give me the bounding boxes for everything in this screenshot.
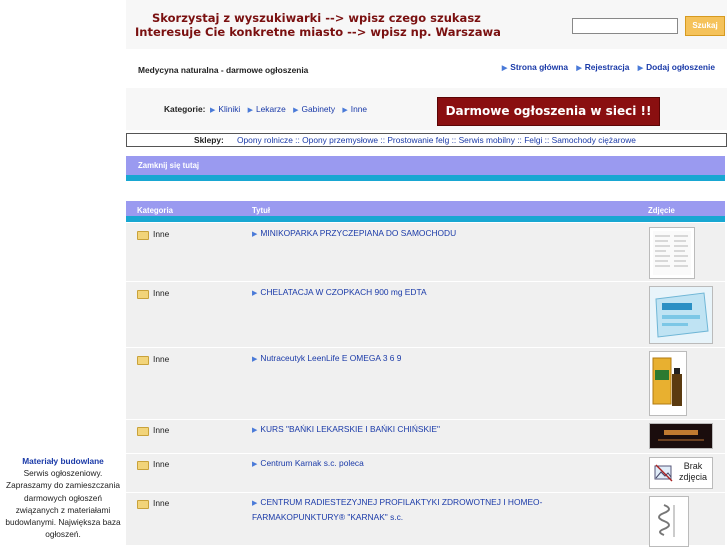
arrow-icon: ▶ — [637, 65, 644, 72]
table-header: Kategoria Tytuł Zdjęcie — [126, 201, 725, 216]
arrow-icon: ▶ — [342, 107, 348, 114]
categories-label: Kategorie: — [164, 104, 206, 114]
arrow-icon: ▶ — [252, 461, 258, 468]
product-box-icon — [650, 287, 712, 343]
search-input[interactable] — [572, 18, 678, 34]
table-row[interactable]: Inne ▶ KURS "BAŃKI LEKARSKIE I BAŃKI CHIŃ… — [126, 420, 725, 454]
ad-banner[interactable]: Darmowe ogłoszenia w sieci !! — [437, 97, 660, 126]
nav-register[interactable]: ▶ Rejestracja — [576, 62, 629, 72]
row-title[interactable]: ▶ MINIKOPARKA PRZYCZEPIANA DO SAMOCHODU — [252, 227, 552, 242]
arrow-icon: ▶ — [252, 427, 258, 434]
folder-icon — [137, 290, 149, 299]
nav-add-ad[interactable]: ▶ Dodaj ogłoszenie — [638, 62, 715, 72]
banner-line-2: Interesuje Cie konkretne miasto --> wpis… — [135, 24, 501, 39]
arrow-icon: ▶ — [247, 107, 253, 114]
row-title[interactable]: ▶ Nutraceutyk LeenLife E OMEGA 3 6 9 — [252, 352, 552, 367]
nav-home[interactable]: ▶ Strona główna — [502, 62, 568, 72]
top-banner: Skorzystaj z wyszukiwarki --> wpisz czeg… — [126, 0, 727, 49]
category-links: ▶ Kliniki ▶ Lekarze ▶ Gabinety ▶ Inne — [210, 104, 372, 114]
table-row[interactable]: Inne ▶ MINIKOPARKA PRZYCZEPIANA DO SAMOCH… — [126, 223, 725, 282]
sidebar-promo-text: Serwis ogłoszeniowy. Zapraszamy do zamie… — [5, 468, 121, 540]
shops-bar: Sklepy: Opony rolnicze :: Opony przemysł… — [126, 133, 727, 147]
row-category: Inne — [153, 288, 170, 298]
main-content: Skorzystaj z wyszukiwarki --> wpisz czeg… — [126, 0, 727, 547]
row-category: Inne — [153, 498, 170, 508]
table-row[interactable]: Inne ▶ CHELATACJA W CZOPKACH 900 mg EDTA — [126, 282, 725, 348]
arrow-icon: ▶ — [576, 65, 582, 72]
folder-icon — [137, 500, 149, 509]
course-banner-icon — [650, 424, 712, 448]
row-category: Inne — [153, 229, 170, 239]
folder-icon — [137, 461, 149, 470]
category-gabinety[interactable]: ▶ Gabinety — [293, 104, 335, 114]
sidebar-promo: Materiały budowlane Serwis ogłoszeniowy.… — [4, 455, 122, 540]
banner-text: Skorzystaj z wyszukiwarki --> wpisz czeg… — [134, 11, 501, 39]
category-bar: Kategorie: ▶ Kliniki ▶ Lekarze ▶ Gabinety ▶… — [126, 88, 727, 130]
row-thumbnail[interactable] — [649, 286, 713, 344]
shops-label: Sklepy: — [194, 135, 224, 145]
row-thumbnail[interactable] — [649, 351, 687, 416]
row-category: Inne — [153, 354, 170, 364]
folder-icon — [137, 231, 149, 240]
sidebar-promo-title[interactable]: Materiały budowlane — [4, 455, 122, 467]
shops-links[interactable]: Opony rolnicze :: Opony przemysłowe :: P… — [237, 134, 636, 146]
no-photo-label: Brak zdjęcia — [678, 461, 707, 482]
category-kliniki[interactable]: ▶ Kliniki — [210, 104, 240, 114]
section-title: Zamknij się tutaj — [138, 161, 200, 170]
section-divider — [126, 175, 725, 181]
arrow-icon: ▶ — [252, 231, 258, 238]
arrow-icon: ▶ — [252, 356, 258, 363]
site-title: Medycyna naturalna - darmowe ogłoszenia — [138, 65, 309, 75]
row-thumbnail[interactable] — [649, 423, 713, 449]
arrow-icon: ▶ — [501, 65, 508, 72]
row-category: Inne — [153, 459, 170, 469]
banner-line-1: Skorzystaj z wyszukiwarki --> wpisz czeg… — [152, 11, 481, 25]
section-header: Zamknij się tutaj — [126, 156, 725, 175]
table-row[interactable]: Inne ▶ CENTRUM RADIESTEZYJNEJ PROFILAKTYK… — [126, 493, 725, 547]
arrow-icon: ▶ — [252, 290, 258, 297]
row-thumbnail[interactable] — [649, 496, 689, 547]
row-title[interactable]: ▶ KURS "BAŃKI LEKARSKIE I BAŃKI CHIŃSKIE" — [252, 423, 552, 438]
broken-image-icon — [654, 464, 673, 482]
folder-icon — [137, 427, 149, 436]
table-row[interactable]: Inne ▶ Centrum Karnak s.c. poleca Brak zd… — [126, 454, 725, 493]
row-thumbnail[interactable] — [649, 227, 695, 279]
pendulum-icon — [650, 497, 688, 546]
arrow-icon: ▶ — [252, 500, 258, 507]
table-header-divider — [126, 216, 725, 222]
row-title[interactable]: ▶ CHELATACJA W CZOPKACH 900 mg EDTA — [252, 286, 552, 301]
row-title[interactable]: ▶ Centrum Karnak s.c. poleca — [252, 457, 552, 472]
product-bottle-icon — [650, 352, 686, 415]
search-button[interactable]: Szukaj — [685, 16, 725, 36]
table-row[interactable]: Inne ▶ Nutraceutyk LeenLife E OMEGA 3 6 9 — [126, 348, 725, 420]
category-lekarze[interactable]: ▶ Lekarze — [248, 104, 286, 114]
folder-icon — [137, 356, 149, 365]
arrow-icon: ▶ — [210, 107, 216, 114]
no-photo-placeholder[interactable]: Brak zdjęcia — [649, 457, 713, 489]
top-nav: ▶ Strona główna ▶ Rejestracja ▶ Dodaj ogłos… — [496, 62, 715, 72]
document-thumbnail-icon — [653, 231, 691, 275]
arrow-icon: ▶ — [293, 107, 299, 114]
category-inne[interactable]: ▶ Inne — [342, 104, 367, 114]
left-sidebar: Materiały budowlane Serwis ogłoszeniowy.… — [0, 0, 126, 545]
row-title[interactable]: ▶ CENTRUM RADIESTEZYJNEJ PROFILAKTYKI ZDR… — [252, 496, 552, 523]
row-category: Inne — [153, 425, 170, 435]
